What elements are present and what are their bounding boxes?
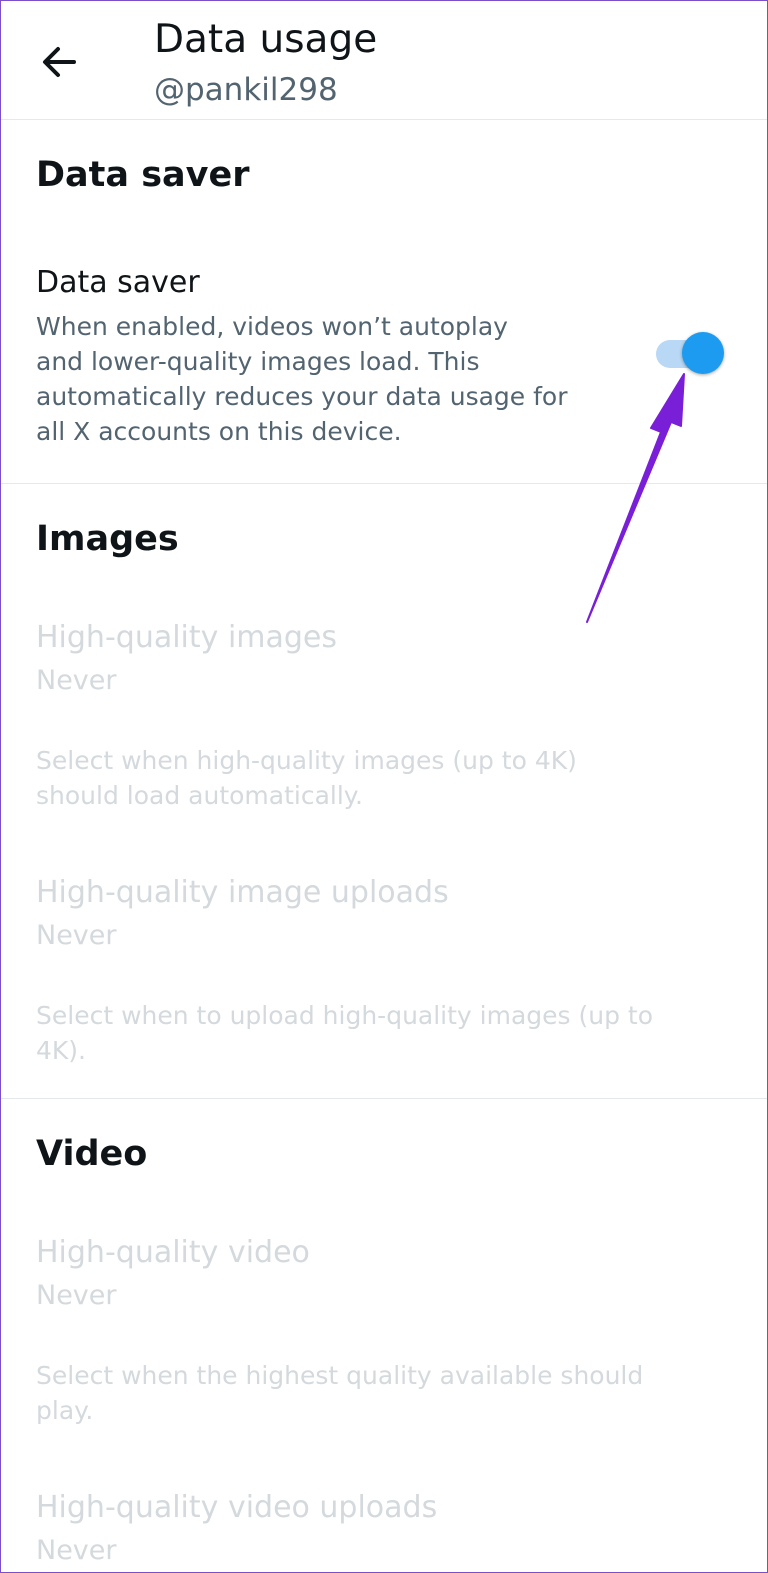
toggle-knob (682, 332, 724, 374)
data-saver-label: Data saver (36, 265, 200, 300)
high-quality-video-label: High-quality video (36, 1235, 310, 1270)
high-quality-video-value: Never (36, 1280, 117, 1311)
top-app-bar: Data usage @pankil298 (0, 0, 768, 120)
divider (0, 1098, 768, 1099)
arrow-left-icon (43, 47, 76, 77)
high-quality-images-description: Select when high-quality images (up to 4… (36, 746, 577, 810)
divider (0, 483, 768, 484)
high-quality-image-uploads-label: High-quality image uploads (36, 875, 449, 910)
page-title: Data usage (154, 17, 378, 62)
section-title-data-saver: Data saver (36, 155, 250, 195)
high-quality-video-uploads-value: Never (36, 1535, 117, 1566)
high-quality-video-uploads-label: High-quality video uploads (36, 1490, 438, 1525)
high-quality-images-label: High-quality images (36, 620, 338, 655)
section-title-video: Video (36, 1134, 148, 1174)
data-saver-description: When enabled, videos won’t autoplay and … (36, 312, 568, 446)
high-quality-images-value: Never (36, 665, 117, 696)
data-saver-toggle[interactable] (654, 332, 726, 376)
high-quality-image-uploads-description: Select when to upload high-quality image… (36, 1001, 654, 1065)
account-handle: @pankil298 (154, 72, 338, 108)
high-quality-image-uploads-value: Never (36, 920, 117, 951)
high-quality-video-description: Select when the highest quality availabl… (36, 1361, 644, 1425)
section-title-images: Images (36, 519, 179, 559)
back-button[interactable] (36, 38, 84, 86)
